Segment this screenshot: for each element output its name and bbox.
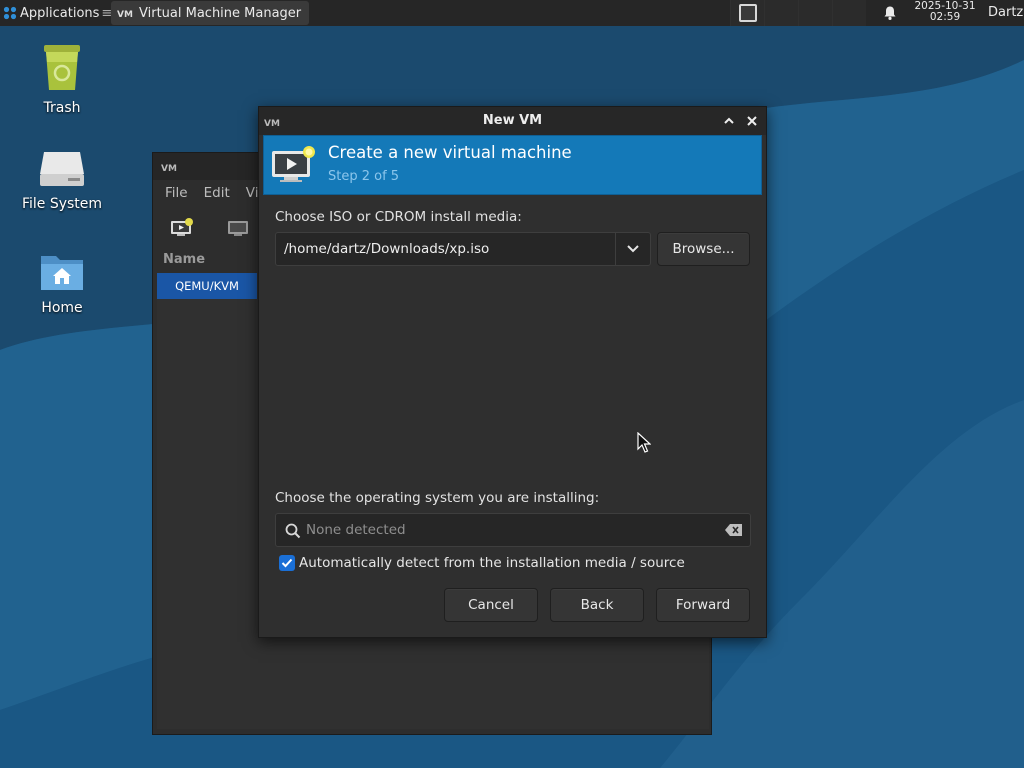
os-search-input[interactable] (306, 520, 706, 540)
workspace-switcher[interactable] (730, 0, 866, 26)
notification-bell-icon[interactable] (882, 5, 898, 21)
home-folder-icon (41, 256, 83, 290)
new-vm-icon[interactable] (169, 217, 195, 239)
os-label: Choose the operating system you are inst… (275, 490, 600, 506)
menu-view[interactable]: Vi (246, 181, 259, 205)
user-menu[interactable]: Dartz (988, 5, 1023, 20)
workspace-3[interactable] (798, 0, 832, 26)
menu-file[interactable]: File (165, 181, 188, 205)
desktop-icon-file-system[interactable]: File System (14, 148, 110, 212)
workspace-4[interactable] (832, 0, 866, 26)
wizard-title: Create a new virtual machine (328, 143, 572, 162)
svg-text:VM: VM (264, 119, 280, 127)
iso-path-value[interactable]: /home/dartz/Downloads/xp.iso (284, 241, 489, 257)
virt-manager-icon: VM (161, 164, 177, 172)
close-icon[interactable] (745, 114, 759, 128)
auto-detect-label[interactable]: Automatically detect from the installati… (299, 555, 685, 571)
virt-manager-icon: VM (264, 119, 280, 127)
search-icon (285, 523, 301, 539)
workspace-1[interactable] (730, 0, 764, 26)
virt-manager-icon: VM (117, 10, 133, 18)
panel-clock[interactable]: 2025-10-31 02:59 (908, 1, 982, 23)
svg-text:VM: VM (161, 164, 177, 172)
wizard-header: Create a new virtual machine Step 2 of 5 (263, 135, 762, 195)
auto-detect-option[interactable]: Automatically detect from the installati… (279, 553, 685, 573)
desktop-icon-label: Trash (43, 100, 81, 116)
workspace-window-thumbnail (738, 4, 757, 22)
browse-button[interactable]: Browse... (657, 232, 750, 266)
workspace-2[interactable] (764, 0, 798, 26)
top-panel: Applications ≡ VM Virtual Machine Manage… (0, 0, 1024, 26)
forward-button[interactable]: Forward (656, 588, 750, 622)
drive-icon (40, 152, 84, 186)
menu-edit[interactable]: Edit (204, 181, 230, 205)
iso-media-label: Choose ISO or CDROM install media: (275, 209, 522, 225)
column-header-name[interactable]: Name (163, 252, 205, 267)
dialog-titlebar[interactable]: VM New VM (259, 107, 766, 135)
mouse-cursor-icon (637, 432, 651, 453)
desktop-icon-label: File System (21, 196, 103, 212)
auto-detect-checkbox[interactable] (279, 555, 295, 571)
maximize-icon[interactable] (722, 114, 736, 128)
dialog-title: New VM (482, 113, 543, 128)
open-console-icon[interactable] (225, 217, 251, 239)
connection-row-qemu-kvm[interactable]: QEMU/KVM (157, 273, 257, 299)
svg-text:VM: VM (117, 10, 133, 18)
desktop-icon-home[interactable]: Home (14, 250, 110, 316)
os-search-field[interactable] (275, 513, 751, 547)
new-vm-monitor-icon (272, 146, 315, 182)
iso-path-combo[interactable]: /home/dartz/Downloads/xp.iso (275, 232, 651, 266)
desktop-icon-trash[interactable]: Trash (14, 42, 110, 116)
back-button[interactable]: Back (550, 588, 644, 622)
applications-menu-button[interactable]: Applications ≡ (0, 0, 116, 26)
clock-time: 02:59 (929, 11, 961, 23)
new-vm-dialog: VM New VM Create a new virtual machine S… (258, 106, 767, 638)
trash-icon (44, 45, 80, 90)
desktop-icon-label: Home (41, 300, 83, 316)
checkmark-icon (281, 558, 293, 568)
applications-label: Applications (20, 5, 100, 21)
applications-icon (3, 6, 17, 20)
iso-dropdown-button[interactable] (615, 233, 650, 265)
taskbar-item-virt-manager[interactable]: VM Virtual Machine Manager (111, 1, 309, 25)
clear-search-icon[interactable] (725, 523, 743, 537)
chevron-down-icon (627, 245, 639, 253)
wizard-step: Step 2 of 5 (328, 169, 400, 184)
taskbar-item-label: Virtual Machine Manager (139, 5, 302, 21)
cancel-button[interactable]: Cancel (444, 588, 538, 622)
